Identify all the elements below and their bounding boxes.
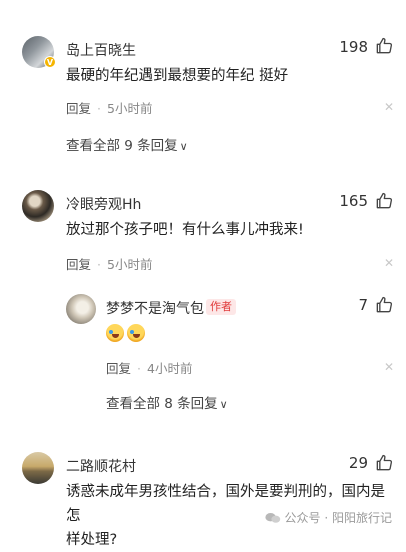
thumbs-up-icon[interactable] — [374, 295, 394, 315]
thumbs-up-icon[interactable] — [374, 36, 394, 56]
reply-username[interactable]: 梦梦不是淘气包 — [106, 298, 204, 318]
close-icon[interactable]: ✕ — [384, 100, 394, 114]
like-count: 7 — [358, 296, 368, 314]
timestamp: 5小时前 — [107, 257, 153, 272]
timestamp: 5小时前 — [107, 101, 153, 116]
thumbs-up-icon[interactable] — [374, 191, 394, 211]
watermark: 公众号 · 阳阳旅行记 — [264, 509, 392, 526]
wechat-icon — [264, 512, 280, 523]
crying-laughing-emoji-icon — [106, 324, 124, 342]
view-all-replies-button[interactable]: 查看全部 9 条回复 ∨ — [66, 134, 188, 154]
like-count: 165 — [339, 192, 368, 210]
avatar[interactable] — [66, 294, 96, 324]
comment-text: 放过那个孩子吧！有什么事儿冲我来! — [66, 222, 304, 238]
comment-username[interactable]: 冷眼旁观Hh — [66, 194, 141, 214]
avatar[interactable] — [22, 452, 54, 484]
reply-button[interactable]: 回复 — [66, 257, 91, 272]
like-count: 198 — [339, 38, 368, 56]
close-icon[interactable]: ✕ — [384, 360, 394, 374]
reply-button[interactable]: 回复 — [106, 361, 131, 376]
author-badge: 作者 — [206, 299, 236, 315]
chevron-down-icon: ∨ — [219, 398, 228, 411]
comment-text: 最硬的年纪遇到最想要的年纪 挺好 — [66, 68, 289, 84]
comment-username[interactable]: 二路顺花村 — [66, 456, 136, 476]
verified-badge-icon: V — [44, 56, 56, 68]
view-all-replies-button[interactable]: 查看全部 8 条回复 ∨ — [106, 392, 228, 412]
close-icon[interactable]: ✕ — [384, 256, 394, 270]
crying-laughing-emoji-icon — [127, 324, 145, 342]
thumbs-up-icon[interactable] — [374, 453, 394, 473]
comment-username[interactable]: 岛上百晓生 — [66, 40, 136, 60]
comment-meta: 回复 · 5小时前 — [66, 257, 153, 272]
reply-meta: 回复 · 4小时前 — [106, 361, 193, 376]
avatar[interactable] — [22, 190, 54, 222]
reply-button[interactable]: 回复 — [66, 101, 91, 116]
chevron-down-icon: ∨ — [179, 140, 188, 153]
like-count: 29 — [348, 454, 368, 472]
timestamp: 4小时前 — [147, 361, 193, 376]
comment-meta: 回复 · 5小时前 — [66, 101, 153, 116]
